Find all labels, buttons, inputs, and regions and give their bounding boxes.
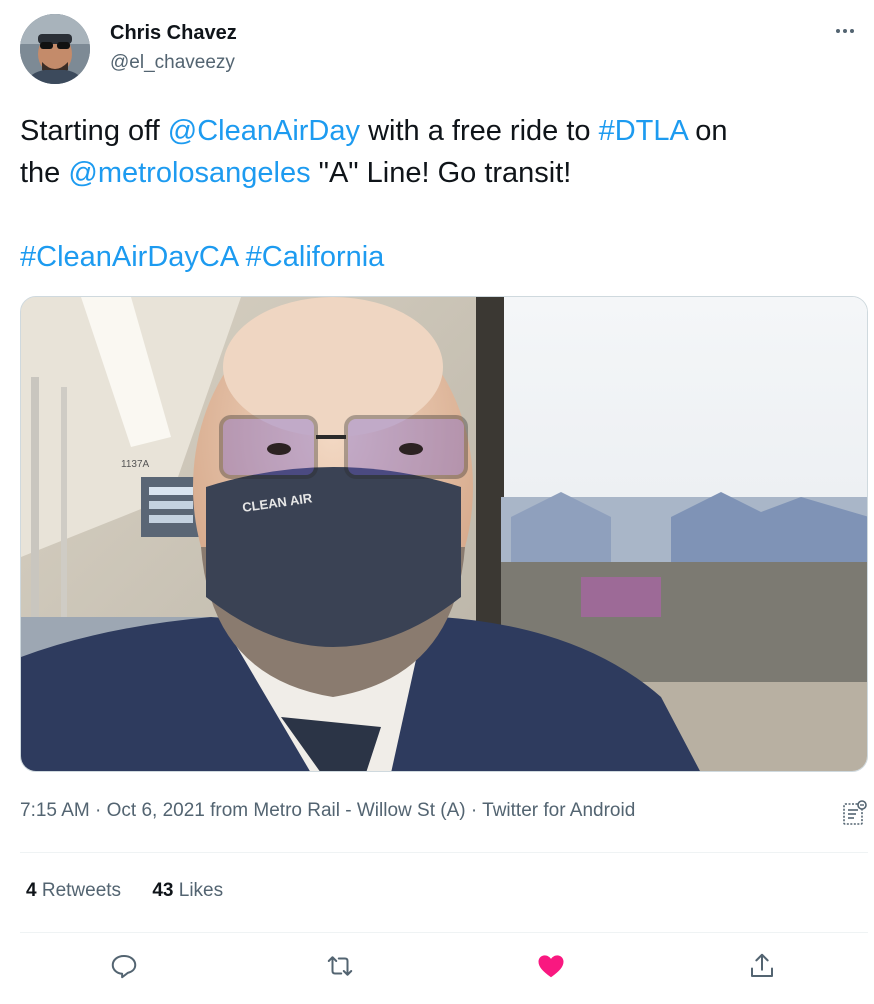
more-icon-dot xyxy=(850,29,854,33)
tweet-text: Starting off @CleanAirDay with a free ri… xyxy=(20,110,870,194)
more-options-button[interactable] xyxy=(830,16,860,46)
share-button[interactable] xyxy=(740,944,784,988)
divider xyxy=(20,852,868,853)
meta-separator: · xyxy=(89,800,107,821)
author-name[interactable]: Chris Chavez xyxy=(110,22,237,45)
analytics-button[interactable] xyxy=(842,800,868,826)
tweet-text-part: on xyxy=(687,115,728,147)
share-icon xyxy=(751,953,773,977)
like-button[interactable] xyxy=(529,944,573,988)
reply-icon xyxy=(111,955,137,979)
reply-button[interactable] xyxy=(102,944,146,988)
tweet-stats: 4 Retweets 43 Likes xyxy=(26,880,249,902)
likes-count: 43 xyxy=(152,880,174,901)
mention-cleanairday[interactable]: @CleanAirDay xyxy=(168,115,360,147)
train-number: 1137A xyxy=(121,459,150,470)
tweet-actions xyxy=(20,944,868,994)
tweet-timestamp[interactable]: 7:15 AM xyxy=(20,800,90,821)
hashtag-cleanairdayca[interactable]: #CleanAirDayCA xyxy=(20,241,238,273)
retweets-label: Retweets xyxy=(36,880,122,901)
meta-separator: · xyxy=(465,800,483,821)
heart-icon xyxy=(538,955,564,978)
tweet-location[interactable]: Metro Rail - Willow St (A) xyxy=(253,800,465,821)
meta-from-label: from xyxy=(204,800,254,821)
analytics-icon xyxy=(843,800,867,825)
tweet-text-part: with a free ride to xyxy=(360,115,599,147)
author-handle[interactable]: @el_chaveezy xyxy=(110,52,235,74)
hashtag-dtla[interactable]: #DTLA xyxy=(599,115,688,147)
retweets-stat[interactable]: 4 Retweets xyxy=(26,880,121,902)
more-icon-dot xyxy=(843,29,847,33)
retweet-icon xyxy=(327,956,353,976)
tweet-text-part: Starting off xyxy=(20,115,168,147)
avatar[interactable] xyxy=(20,14,90,84)
tweet-date[interactable]: Oct 6, 2021 xyxy=(107,800,205,821)
divider xyxy=(20,932,868,933)
mention-metrolosangeles[interactable]: @metrolosangeles xyxy=(68,157,310,189)
tweet-source[interactable]: Twitter for Android xyxy=(482,800,635,821)
tweet-text-part: "A" Line! Go transit! xyxy=(310,157,572,189)
tweet-photo[interactable]: 1137A CLEAN AIR xyxy=(20,296,868,772)
more-icon xyxy=(836,29,840,33)
likes-label: Likes xyxy=(173,880,224,901)
tweet-text-part: the xyxy=(20,157,69,189)
likes-stat[interactable]: 43 Likes xyxy=(152,880,223,902)
tweet-hashtags: #CleanAirDayCA #California xyxy=(20,236,384,278)
tweet-metadata: 7:15 AM · Oct 6, 2021 from Metro Rail - … xyxy=(20,800,635,822)
hashtag-california[interactable]: #California xyxy=(246,241,385,273)
retweets-count: 4 xyxy=(26,880,37,901)
retweet-button[interactable] xyxy=(318,944,362,988)
